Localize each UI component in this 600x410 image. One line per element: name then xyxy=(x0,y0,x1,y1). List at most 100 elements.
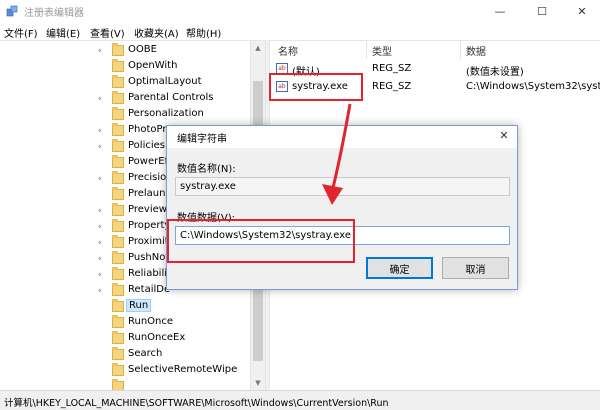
folder-icon xyxy=(112,91,124,104)
minimize-button[interactable]: — xyxy=(480,0,520,22)
close-icon: ✕ xyxy=(577,4,587,18)
minimize-icon: — xyxy=(494,4,506,18)
tree-item[interactable]: Run xyxy=(0,299,250,315)
menu-bar: 文件(F) 编辑(E) 查看(V) 收藏夹(A) 帮助(H) xyxy=(0,22,600,40)
value-type: REG_SZ xyxy=(372,81,412,92)
folder-icon xyxy=(112,235,124,248)
folder-icon xyxy=(112,219,124,232)
tree-item-label: PowerEf xyxy=(128,156,169,167)
chevron-right-icon[interactable]: › xyxy=(98,286,108,296)
tree-item-label: RunOnce xyxy=(128,316,174,327)
tree-item[interactable]: Search xyxy=(0,347,250,363)
title-bar: 注册表编辑器 — ☐ ✕ xyxy=(0,0,600,22)
column-header-type[interactable]: 类型 xyxy=(372,43,392,58)
edit-string-dialog: 编辑字符串 ✕ 数值名称(N): systray.exe 数值数据(V): C:… xyxy=(166,125,518,290)
tree-item-label: OptimalLayout xyxy=(128,76,202,87)
dialog-close-icon[interactable]: ✕ xyxy=(497,129,511,143)
tree-item-label: RunOnceEx xyxy=(128,332,186,343)
menu-file[interactable]: 文件(F) xyxy=(4,25,38,40)
tree-item[interactable] xyxy=(0,379,250,390)
tree-item-label: PhotoPr xyxy=(128,124,167,135)
menu-edit[interactable]: 编辑(E) xyxy=(46,25,80,40)
folder-icon xyxy=(112,203,124,216)
column-separator[interactable] xyxy=(366,41,367,59)
chevron-right-icon[interactable]: › xyxy=(98,46,108,56)
maximize-icon: ☐ xyxy=(537,4,547,18)
folder-icon xyxy=(112,363,124,376)
folder-icon xyxy=(112,43,124,56)
status-bar: 计算机\HKEY_LOCAL_MACHINE\SOFTWARE\Microsof… xyxy=(0,390,600,410)
chevron-right-icon[interactable]: › xyxy=(98,126,108,136)
chevron-right-icon[interactable]: › xyxy=(98,206,108,216)
value-name-field: systray.exe xyxy=(175,177,510,196)
tree-item-label: OOBE xyxy=(128,44,157,55)
chevron-right-icon[interactable]: › xyxy=(98,238,108,248)
value-data: C:\Windows\System32\systra xyxy=(466,81,600,92)
folder-icon xyxy=(112,107,124,120)
tree-item-label: SelectiveRemoteWipe xyxy=(128,364,238,375)
menu-view[interactable]: 查看(V) xyxy=(90,25,125,40)
tree-item-label: Personalization xyxy=(128,108,204,119)
chevron-right-icon[interactable]: › xyxy=(98,94,108,104)
folder-icon xyxy=(112,315,124,328)
chevron-right-icon[interactable]: › xyxy=(98,142,108,152)
tree-item[interactable]: › OOBE xyxy=(0,43,250,59)
annotation-box-data xyxy=(167,219,355,263)
value-name-label: 数值名称(N): xyxy=(177,164,236,175)
column-header-data[interactable]: 数据 xyxy=(466,43,486,58)
chevron-right-icon[interactable]: › xyxy=(98,254,108,264)
folder-icon xyxy=(112,347,124,360)
tree-item-label: Prelaunc xyxy=(128,188,171,199)
tree-item[interactable]: OptimalLayout xyxy=(0,75,250,91)
column-header-name[interactable]: 名称 xyxy=(278,43,298,58)
chevron-right-icon[interactable]: › xyxy=(98,270,108,280)
value-type: REG_SZ xyxy=(372,63,412,74)
folder-icon xyxy=(112,187,124,200)
tree-item[interactable]: › Parental Controls xyxy=(0,91,250,107)
folder-icon xyxy=(112,283,124,296)
ok-button[interactable]: 确定 xyxy=(366,257,433,279)
folder-icon xyxy=(112,267,124,280)
chevron-right-icon[interactable]: › xyxy=(98,222,108,232)
tree-item[interactable]: RunOnce xyxy=(0,315,250,331)
status-path: 计算机\HKEY_LOCAL_MACHINE\SOFTWARE\Microsof… xyxy=(4,398,389,409)
tree-item-label: RetailDe xyxy=(128,284,171,295)
regedit-app-icon xyxy=(6,5,18,17)
tree-item-label: OpenWith xyxy=(128,60,178,71)
chevron-right-icon[interactable]: › xyxy=(98,174,108,184)
column-separator[interactable] xyxy=(460,41,461,59)
folder-icon xyxy=(112,379,124,390)
value-data: (数值未设置) xyxy=(466,67,524,78)
close-button[interactable]: ✕ xyxy=(562,0,600,22)
maximize-button[interactable]: ☐ xyxy=(522,0,562,22)
folder-icon xyxy=(112,251,124,264)
tree-item-label: Parental Controls xyxy=(128,92,214,103)
tree-item[interactable]: SelectiveRemoteWipe xyxy=(0,363,250,379)
tree-item-label: Property xyxy=(128,220,171,231)
folder-icon xyxy=(112,59,124,72)
folder-icon xyxy=(112,331,124,344)
folder-icon xyxy=(112,299,124,312)
tree-item[interactable]: OpenWith xyxy=(0,59,250,75)
menu-help[interactable]: 帮助(H) xyxy=(186,25,221,40)
window-title: 注册表编辑器 xyxy=(24,8,84,19)
folder-icon xyxy=(112,123,124,136)
tree-item-label: PushNot xyxy=(128,252,170,263)
folder-icon xyxy=(112,155,124,168)
tree-item[interactable]: RunOnceEx xyxy=(0,331,250,347)
tree-item[interactable]: Personalization xyxy=(0,107,250,123)
dialog-title: 编辑字符串 xyxy=(177,134,227,145)
annotation-box-value xyxy=(269,73,363,101)
folder-icon xyxy=(112,139,124,152)
tree-item-label: Run xyxy=(126,299,152,312)
tree-item-label: Proximit xyxy=(128,236,169,247)
scroll-up-icon[interactable]: ▲ xyxy=(254,44,262,52)
scroll-down-icon[interactable]: ▼ xyxy=(254,379,262,387)
tree-item-label: Search xyxy=(128,348,163,359)
tree-item-label: Reliabilit xyxy=(128,268,171,279)
menu-favorites[interactable]: 收藏夹(A) xyxy=(134,25,179,40)
folder-icon xyxy=(112,171,124,184)
tree-item-label: Policies xyxy=(128,140,165,151)
folder-icon xyxy=(112,75,124,88)
cancel-button[interactable]: 取消 xyxy=(442,257,509,279)
